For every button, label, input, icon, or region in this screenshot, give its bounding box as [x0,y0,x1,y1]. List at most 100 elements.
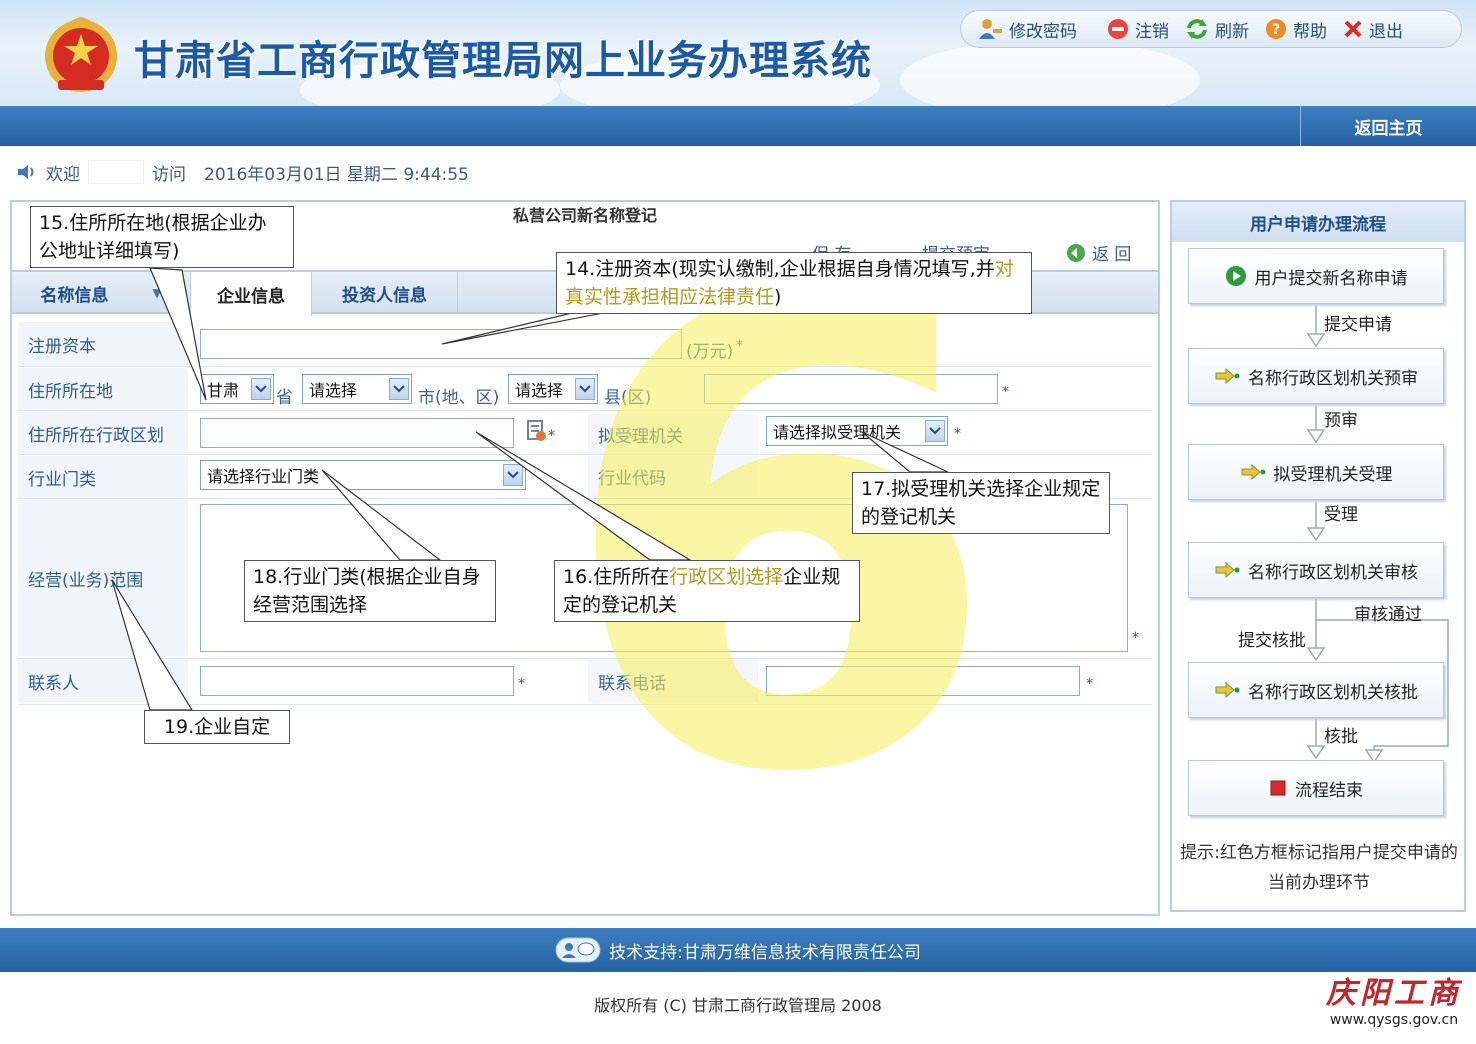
flow-step-label: 用户提交新名称申请 [1254,268,1408,289]
chevron-down-icon [925,420,945,442]
row-divider [18,704,1152,705]
flow-transition-accept: 受理 [1324,505,1358,525]
business-scope-label: 经营(业务)范围 [18,500,188,656]
county-suffix: 县(区) [604,388,652,408]
svg-text:?: ? [1272,22,1280,38]
city-suffix: 市(地、区) [418,388,500,408]
city-select[interactable]: 请选择 [302,374,412,404]
refresh-button[interactable]: 刷新 [1185,17,1249,42]
logout-button[interactable]: 注销 [1107,17,1169,42]
username-blank [88,160,144,184]
flow-tip: 提示:红色方框标记指用户提交申请的当前办理环节 [1180,843,1458,893]
welcome-datetime: 2016年03月01日 星期二 9:44:55 [204,164,469,185]
back-button[interactable]: 返 回 [1066,240,1131,265]
province-select[interactable]: 甘肃 [200,374,274,404]
flow-transition-approve: 核批 [1324,727,1358,747]
flow-step-approve: 名称行政区划机关核批 [1188,662,1444,718]
back-label: 返 回 [1092,245,1132,265]
flow-transition-submit: 提交申请 [1324,315,1392,335]
arrow-right-icon [1215,682,1240,698]
arrow-right-icon [1215,368,1240,384]
callout-15: 15.住所所在地(根据企业办公地址详细填写) [30,206,294,268]
flow-transition-review-pass: 审核通过 [1354,605,1422,625]
header-banner: 甘肃省工商行政管理局网上业务办理系统 修改密码 注销 刷新 ? 帮助 退出 [0,0,1476,106]
industry-category-value: 请选择行业门类 [207,467,320,486]
flow-step-pre-review: 名称行政区划机关预审 [1188,348,1444,404]
province-suffix: 省 [276,388,293,408]
support-icon [555,937,601,963]
flow-step-submit-application: 用户提交新名称申请 [1188,248,1444,304]
phone-input[interactable] [766,666,1080,696]
chevron-down-icon [389,378,409,400]
address-detail-input[interactable] [704,374,998,404]
change-password-button[interactable]: 修改密码 [977,17,1077,42]
chevron-down-icon [503,464,523,486]
required-mark: * [518,676,525,692]
admin-division-input[interactable] [200,418,514,448]
flow-step-label: 名称行政区划机关核批 [1248,682,1418,703]
province-value: 甘肃 [207,381,240,400]
industry-category-select[interactable]: 请选择行业门类 [200,460,526,490]
tab-name-info-label: 名称信息 [40,285,109,306]
corner-watermark: 庆阳工商 www.qysgs.gov.cn [1320,968,1468,1028]
exit-button[interactable]: 退出 [1343,17,1403,42]
callout-17: 17.拟受理机关选择企业规定的登记机关 [852,472,1110,534]
user-key-icon [979,19,1002,39]
flow-transition-submit-approval: 提交核批 [1238,631,1306,651]
welcome-bar: 欢迎 访问 2016年03月01日 星期二 9:44:55 [0,146,1476,198]
welcome-visit: 访问 [152,164,186,185]
help-button[interactable]: ? 帮助 [1265,17,1327,42]
flow-step-review: 名称行政区划机关审核 [1188,542,1444,598]
callout-19: 19.企业自定 [144,710,290,744]
row-divider [18,658,1152,659]
contact-label: 联系人 [18,660,188,702]
support-text: 技术支持:甘肃万维信息技术有限责任公司 [609,942,921,963]
county-select[interactable]: 请选择 [508,374,598,404]
footer-bar: 技术支持:甘肃万维信息技术有限责任公司 [0,928,1476,972]
refresh-label: 刷新 [1215,21,1249,42]
exit-label: 退出 [1369,21,1403,42]
top-toolbar: 修改密码 注销 刷新 ? 帮助 退出 [960,10,1462,48]
callout-16: 16.住所所在行政区划选择企业规定的登记机关 [554,560,860,622]
acceptance-authority-label: 拟受理机关 [588,414,758,454]
tab-name-info[interactable]: 名称信息 ▼ [12,272,190,314]
cloud-decoration [900,40,1200,106]
arrow-right-icon [1215,562,1240,578]
callout-16-highlight: 行政区划选择 [669,566,784,588]
play-icon [1225,266,1246,286]
county-value: 请选择 [515,381,564,400]
tab-company-info[interactable]: 企业信息 [190,272,312,316]
corner-url: www.qysgs.gov.cn [1329,1012,1459,1028]
callout-14: 14.注册资本(现实认缴制,企业根据自身情况填写,并对真实性承担相应法律责任) [556,252,1032,314]
flow-step-label: 名称行政区划机关审核 [1248,562,1418,583]
callout-14-text: 14.注册资本(现实认缴制,企业根据自身情况填写,并 [565,258,995,280]
logout-label: 注销 [1135,21,1169,42]
capital-unit: (万元) [686,342,734,362]
contact-input[interactable] [200,666,514,696]
flow-step-label: 流程结束 [1295,780,1363,801]
home-link[interactable]: 返回主页 [1300,106,1476,146]
chevron-down-icon [575,378,595,400]
registered-capital-input[interactable] [200,329,682,359]
stop-icon [1270,780,1286,796]
nav-bar: 返回主页 [0,106,1476,146]
acceptance-authority-select[interactable]: 请选择拟受理机关 [766,416,948,446]
row-divider [18,410,1152,411]
site-title: 甘肃省工商行政管理局网上业务办理系统 [134,38,872,84]
process-flow-panel: 用户申请办理流程 用户提交新名称申请 提交申请 名称行政区划机关预审 预审 拟受… [1170,200,1466,912]
chevron-down-icon [251,378,271,400]
callout-16-text-a: 16.住所所在 [563,566,670,588]
national-emblem-icon [45,16,117,92]
division-picker-icon[interactable] [526,419,548,443]
copyright: 版权所有 (C) 甘肃工商行政管理局 2008 [594,996,882,1015]
corner-brand: 庆阳工商 [1326,976,1462,1011]
help-label: 帮助 [1293,21,1327,42]
address-label: 住所所在地 [18,368,188,410]
city-value: 请选择 [309,381,358,400]
callout-14-end: ) [774,286,782,308]
change-password-label: 修改密码 [1009,21,1077,42]
speaker-icon [18,165,34,179]
flow-transition-pre-review: 预审 [1324,411,1358,431]
row-divider [18,454,1152,455]
tab-investor-info[interactable]: 投资人信息 [312,272,458,314]
